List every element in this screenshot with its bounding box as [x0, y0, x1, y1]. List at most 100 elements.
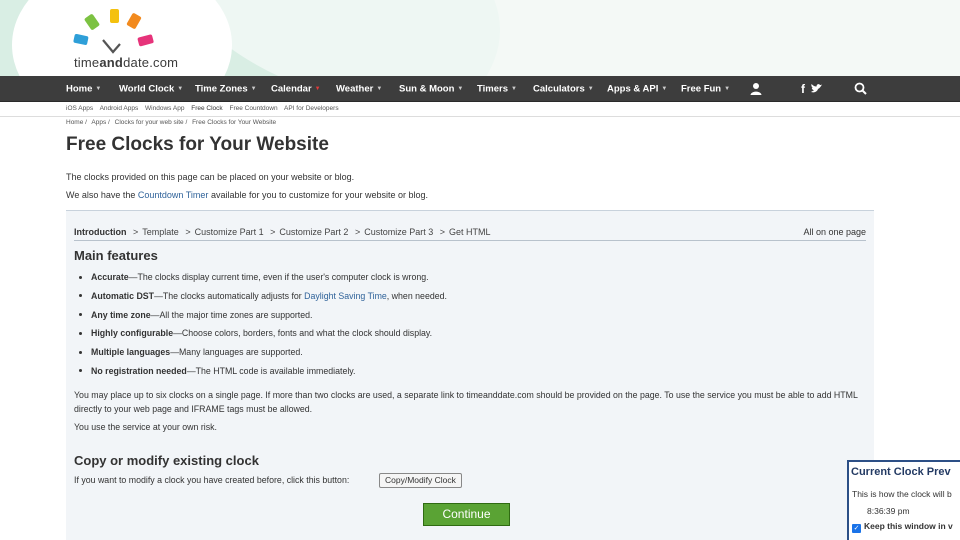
sub-nav: iOS Apps Android Apps Windows App Free C…: [66, 105, 344, 115]
feature-text-2: , when needed.: [386, 290, 447, 301]
tab-introduction[interactable]: Introduction: [74, 227, 127, 237]
preview-clock-time: 8:36:39 pm: [867, 506, 910, 516]
bullet-icon: [79, 350, 82, 354]
nav-time-zones[interactable]: Time Zones ▼: [195, 76, 257, 102]
list-item: Any time zone—All the major time zones a…: [74, 306, 864, 325]
feature-title: Any time zone: [91, 309, 151, 320]
chevron-down-icon: ▼: [724, 86, 731, 92]
chevron-down-icon: ▼: [177, 86, 184, 92]
chevron-down-icon: ▼: [95, 86, 102, 92]
divider: [74, 240, 866, 241]
facebook-glyph: f: [801, 82, 805, 96]
step-separator: >: [185, 227, 191, 237]
list-item: Automatic DST—The clocks automatically a…: [74, 287, 864, 306]
bullet-icon: [79, 275, 82, 279]
nav-calendar[interactable]: Calendar ▼: [271, 76, 321, 102]
intro-text-a: We also have the: [66, 190, 138, 200]
subnav-android-apps[interactable]: Android Apps: [100, 105, 139, 112]
countdown-timer-link[interactable]: Countdown Timer: [138, 190, 209, 200]
feature-text: —The clocks automatically adjusts for: [154, 290, 305, 301]
subnav-free-countdown[interactable]: Free Countdown: [230, 105, 278, 112]
nav-label: Free Fun: [681, 83, 722, 95]
logo-text-time: time: [74, 55, 100, 70]
dst-link[interactable]: Daylight Saving Time: [304, 291, 387, 301]
chevron-down-icon: ▼: [661, 86, 668, 92]
nav-label: World Clock: [119, 83, 175, 95]
nav-home[interactable]: Home ▼: [66, 76, 101, 102]
usage-terms-text: You may place up to six clocks on a sing…: [74, 390, 858, 414]
logo-text-date: date: [123, 55, 150, 70]
nav-apps-api[interactable]: Apps & API ▼: [607, 76, 667, 102]
nav-calculators[interactable]: Calculators ▼: [533, 76, 594, 102]
breadcrumb-clocks[interactable]: Clocks for your web site /: [115, 119, 188, 126]
nav-label: Calendar: [271, 83, 312, 95]
bullet-icon: [79, 294, 82, 298]
intro-text: The clocks provided on this page can be …: [66, 172, 355, 182]
nav-label: Sun & Moon: [399, 83, 455, 95]
keep-window-label: Keep this window in v: [864, 521, 953, 531]
subnav-windows-app[interactable]: Windows App: [145, 105, 184, 112]
nav-sun-moon[interactable]: Sun & Moon ▼: [399, 76, 463, 102]
nav-label: Apps & API: [607, 83, 659, 95]
nav-timers[interactable]: Timers ▼: [477, 76, 517, 102]
search-icon[interactable]: [854, 76, 867, 102]
list-item: Accurate—The clocks display current time…: [74, 268, 864, 287]
logo-wordmark[interactable]: timeanddate.com: [74, 55, 178, 70]
all-on-one-page-link[interactable]: All on one page: [803, 227, 866, 237]
clock-preview-window[interactable]: Current Clock Prev This is how the clock…: [847, 460, 960, 540]
feature-text: —Choose colors, borders, fonts and what …: [173, 328, 433, 339]
tab-template[interactable]: Template: [142, 227, 179, 237]
breadcrumb-current: Free Clocks for Your Website: [192, 119, 277, 126]
nav-free-fun[interactable]: Free Fun ▼: [681, 76, 730, 102]
bullet-icon: [79, 331, 82, 335]
list-item: No registration needed—The HTML code is …: [74, 362, 864, 381]
nav-label: Time Zones: [195, 83, 248, 95]
main-features-heading: Main features: [74, 248, 158, 263]
step-separator: >: [354, 227, 361, 237]
chevron-down-icon: ▼: [457, 86, 464, 92]
feature-text: —Many languages are supported.: [170, 347, 303, 358]
feature-title: Highly configurable: [91, 328, 174, 339]
facebook-icon[interactable]: f: [801, 76, 805, 102]
intro-text-b: available for you to customize for your …: [208, 190, 429, 200]
bullet-icon: [79, 313, 82, 317]
site-header: timeanddate.com: [0, 0, 960, 76]
logo-text-and: and: [99, 55, 124, 70]
main-nav: Home ▼ World Clock ▼ Time Zones ▼ Calendar ▼…: [0, 76, 960, 102]
logo-text-com: .com: [149, 55, 179, 70]
feature-text: —The clocks display current time, even i…: [128, 272, 429, 282]
feature-title: No registration needed: [91, 365, 187, 376]
chevron-down-icon: ▼: [587, 86, 594, 92]
nav-weather[interactable]: Weather ▼: [336, 76, 382, 102]
step-separator: >: [270, 227, 276, 237]
tab-customize-3[interactable]: Customize Part 3: [364, 227, 433, 237]
breadcrumb-apps[interactable]: Apps /: [91, 119, 109, 126]
features-list: Accurate—The clocks display current time…: [74, 268, 864, 381]
subnav-ios-apps[interactable]: iOS Apps: [66, 105, 93, 112]
subnav-api-developers[interactable]: API for Developers: [284, 105, 339, 112]
tab-customize-1[interactable]: Customize Part 1: [195, 227, 264, 237]
feature-text: —The HTML code is available immediately.: [186, 365, 356, 376]
twitter-icon[interactable]: [810, 76, 823, 102]
copy-modify-heading: Copy or modify existing clock: [74, 453, 259, 468]
tab-customize-2[interactable]: Customize Part 2: [279, 227, 348, 237]
keep-window-checkbox[interactable]: ✓: [852, 524, 861, 533]
feature-text: —All the major time zones are supported.: [150, 309, 313, 320]
nav-world-clock[interactable]: World Clock ▼: [119, 76, 183, 102]
user-icon[interactable]: [750, 76, 762, 102]
breadcrumb-home[interactable]: Home /: [66, 119, 87, 126]
header-decoration-2: [180, 0, 960, 76]
step-tabs: Introduction > Template > Customize Part 1…: [74, 227, 491, 237]
copy-modify-clock-button[interactable]: Copy/Modify Clock: [379, 473, 462, 488]
tab-get-html[interactable]: Get HTML: [449, 227, 491, 237]
risk-text: You use the service at your own risk.: [74, 422, 217, 432]
feature-title: Multiple languages: [91, 347, 171, 358]
step-separator: >: [439, 227, 446, 237]
page-title: Free Clocks for Your Website: [66, 134, 329, 155]
intro-text-2: We also have the Countdown Timer availab…: [66, 190, 428, 200]
nav-label: Home: [66, 83, 93, 95]
subnav-free-clock[interactable]: Free Clock: [191, 105, 222, 112]
continue-button[interactable]: Continue: [423, 503, 510, 526]
step-separator: >: [133, 227, 139, 237]
nav-label: Weather: [336, 83, 374, 95]
